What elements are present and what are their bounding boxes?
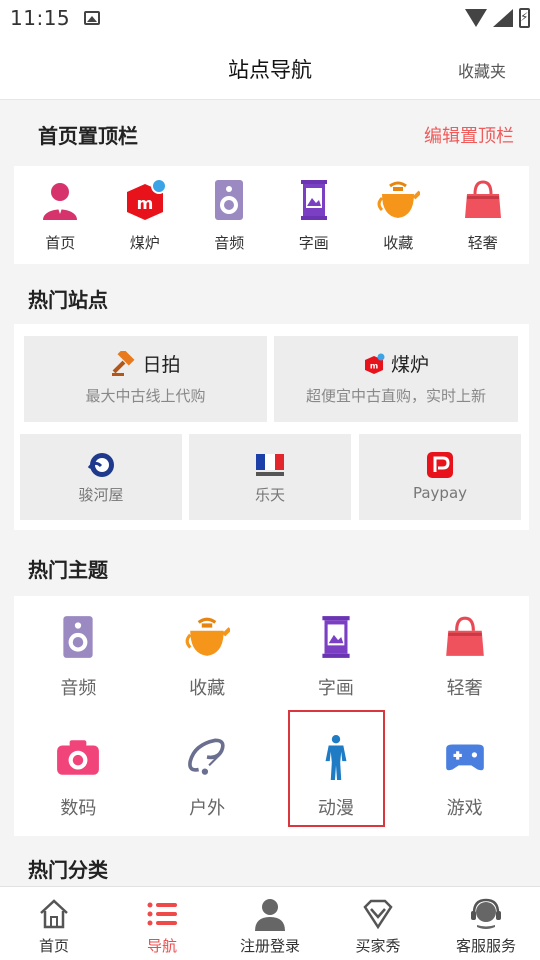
mercari-icon: m — [364, 353, 385, 374]
hot-sites-title: 热门站点 — [28, 288, 108, 312]
svg-text:m: m — [136, 194, 153, 213]
pinned-item-label: 轻奢 — [467, 234, 498, 252]
tab-label: 买家秀 — [355, 937, 401, 955]
scroll-painting-icon — [300, 180, 327, 220]
teapot-icon — [185, 617, 231, 656]
site-name: Paypay — [412, 484, 468, 502]
pinned-item-mercari[interactable]: m 煤炉 — [103, 166, 188, 266]
hot-categories-title: 热门分类 — [28, 858, 108, 882]
favorites-link[interactable]: 收藏夹 — [458, 58, 506, 82]
theme-digital[interactable]: 数码 — [14, 726, 143, 846]
headset-icon — [471, 898, 501, 929]
hot-sites-card: 日拍 最大中古线上代购 m 煤炉 超便宜中古直购，实时上新 骏河屋 乐天 Pay… — [14, 324, 529, 530]
pinned-section-title: 首页置顶栏 — [38, 124, 138, 148]
header: 站点导航 收藏夹 — [0, 36, 540, 100]
pinned-card: 首页 m 煤炉 音频 字画 收藏 轻奢 — [14, 166, 529, 264]
gamepad-icon — [445, 744, 484, 771]
pinned-item-label: 字画 — [298, 234, 329, 252]
tab-buyer-show[interactable]: 买家秀 — [324, 887, 432, 960]
pinned-item-label: 首页 — [45, 234, 76, 252]
theme-label: 游戏 — [446, 798, 483, 819]
theme-label: 户外 — [189, 798, 226, 819]
status-bar: 11:15 — [0, 0, 540, 36]
site-description: 最大中古线上代购 — [85, 387, 206, 405]
pinned-item-collection[interactable]: 收藏 — [356, 166, 441, 266]
gavel-icon — [112, 350, 135, 376]
speaker-icon — [215, 180, 244, 220]
site-surugaya[interactable]: 骏河屋 — [20, 434, 182, 520]
site-rakuten-auction[interactable]: 日拍 最大中古线上代购 — [24, 336, 267, 422]
wifi-icon — [465, 9, 487, 27]
tab-login[interactable]: 注册登录 — [216, 887, 324, 960]
list-icon — [147, 902, 177, 926]
surugaya-logo-icon — [87, 453, 114, 477]
person-icon — [43, 183, 78, 220]
tab-bar: 首页 导航 注册登录 买家秀 客服服务 — [0, 886, 540, 960]
pinned-item-luxury[interactable]: 轻奢 — [441, 166, 526, 266]
tab-customer-service[interactable]: 客服服务 — [432, 887, 540, 960]
hot-themes-card: 音频 收藏 字画 轻奢 数码 户外 动漫 游戏 — [14, 596, 529, 836]
camera-icon — [57, 740, 100, 775]
theme-label: 收藏 — [189, 678, 226, 699]
theme-painting[interactable]: 字画 — [272, 606, 401, 726]
diamond-icon — [363, 899, 393, 930]
teapot-icon — [377, 181, 421, 218]
site-rakuten[interactable]: 乐天 — [189, 434, 351, 520]
status-time: 11:15 — [10, 6, 71, 30]
battery-icon — [519, 8, 530, 28]
home-icon — [40, 899, 68, 929]
user-icon — [255, 899, 285, 931]
tab-navigation[interactable]: 导航 — [108, 887, 216, 960]
handbag-icon — [445, 616, 484, 656]
tab-label: 注册登录 — [239, 937, 300, 955]
scroll-painting-icon — [322, 616, 350, 658]
image-notification-icon — [84, 11, 101, 25]
site-description: 超便宜中古直购，实时上新 — [305, 387, 486, 405]
svg-text:m: m — [370, 361, 378, 370]
pinned-item-label: 煤炉 — [129, 234, 160, 252]
pinned-item-label: 音频 — [214, 234, 245, 252]
tab-label: 导航 — [146, 937, 177, 955]
pinned-item-audio[interactable]: 音频 — [187, 166, 272, 266]
site-name: 乐天 — [254, 486, 285, 504]
signal-icon — [493, 9, 513, 27]
pinned-item-label: 收藏 — [383, 234, 414, 252]
theme-label: 音频 — [60, 678, 97, 699]
theme-outdoor[interactable]: 户外 — [143, 726, 272, 846]
theme-games[interactable]: 游戏 — [400, 726, 529, 846]
site-name: 日拍 — [142, 354, 181, 376]
site-name: 煤炉 — [390, 354, 429, 376]
pinned-item-home[interactable]: 首页 — [18, 166, 103, 266]
mercari-icon: m — [126, 178, 167, 220]
fishing-hook-icon — [188, 738, 225, 775]
site-name: 骏河屋 — [78, 486, 124, 504]
paypay-logo-icon — [427, 452, 453, 478]
rakuten-logo-icon — [256, 454, 284, 476]
tab-label: 客服服务 — [455, 937, 516, 955]
pinned-item-painting[interactable]: 字画 — [272, 166, 357, 266]
site-paypay[interactable]: Paypay — [359, 434, 521, 520]
handbag-icon — [464, 180, 501, 218]
highlight-box — [288, 710, 385, 827]
tab-label: 首页 — [38, 937, 69, 955]
speaker-icon — [63, 616, 94, 658]
edit-pinned-link[interactable]: 编辑置顶栏 — [424, 122, 514, 148]
site-mercari[interactable]: m 煤炉 超便宜中古直购，实时上新 — [274, 336, 518, 422]
hot-themes-title: 热门主题 — [28, 558, 108, 582]
tab-home[interactable]: 首页 — [0, 887, 108, 960]
theme-label: 轻奢 — [446, 678, 483, 699]
theme-label: 数码 — [60, 798, 97, 819]
theme-collection[interactable]: 收藏 — [143, 606, 272, 726]
theme-audio[interactable]: 音频 — [14, 606, 143, 726]
theme-label: 字画 — [317, 678, 354, 699]
theme-luxury[interactable]: 轻奢 — [400, 606, 529, 726]
status-indicators — [465, 8, 530, 28]
